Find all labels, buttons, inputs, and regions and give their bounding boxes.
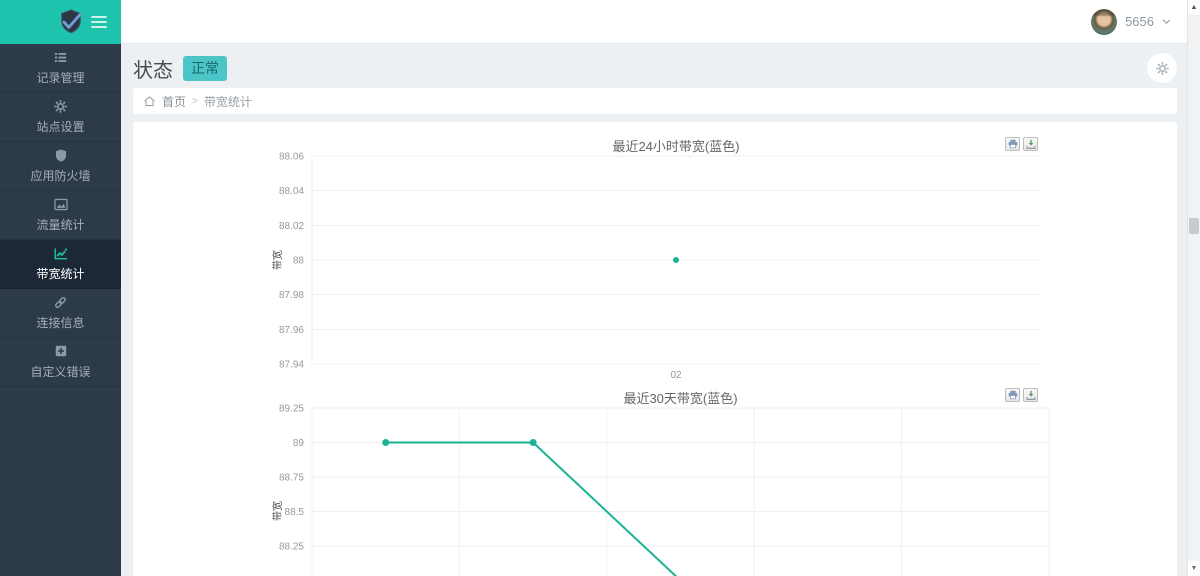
svg-text:88.02: 88.02	[279, 221, 304, 232]
download-button[interactable]	[1023, 388, 1038, 402]
username: 5656	[1125, 14, 1154, 29]
svg-text:89.25: 89.25	[279, 404, 304, 415]
gear-icon	[53, 99, 68, 115]
svg-text:88.25: 88.25	[279, 542, 304, 553]
chart-24h-toolbar	[1005, 137, 1038, 151]
chart-24h-plot: 88.06 88.04 88.02 88 87.98 87.96 87.94 带宽 02	[133, 122, 1177, 392]
status-row: 状态 正常	[133, 53, 1177, 83]
breadcrumb-current: 带宽统计	[204, 93, 252, 110]
sidebar-item-waf[interactable]: 应用防火墙	[0, 142, 121, 191]
scrollbar-thumb[interactable]	[1189, 218, 1199, 234]
sidebar-item-site-settings[interactable]: 站点设置	[0, 93, 121, 142]
svg-text:87.94: 87.94	[279, 360, 304, 371]
chart-30d-toolbar	[1005, 388, 1038, 402]
svg-text:带宽: 带宽	[271, 250, 284, 270]
menu-toggle-hamburger-icon[interactable]	[91, 13, 107, 31]
link-icon	[53, 295, 68, 311]
svg-text:带宽: 带宽	[271, 501, 284, 521]
chart-30d-title: 最近30天带宽(蓝色)	[312, 388, 1049, 407]
download-icon	[1026, 139, 1036, 149]
gear-icon	[1155, 61, 1170, 76]
svg-text:89: 89	[293, 438, 305, 449]
chart-30d-plot: 89.25 89 88.75 88.5 88.25 带宽	[133, 398, 1177, 576]
main-area: 5656 状态 正常	[121, 0, 1187, 576]
print-icon	[1008, 139, 1018, 149]
page-title: 状态	[133, 54, 173, 83]
list-icon	[53, 50, 68, 66]
vertical-scrollbar[interactable]: ▲ ▼	[1187, 0, 1200, 576]
shield-logo-icon	[58, 9, 84, 36]
status-badge: 正常	[183, 56, 227, 81]
download-icon	[1026, 390, 1036, 400]
user-menu[interactable]: 5656	[1091, 9, 1171, 35]
topbar: 5656	[121, 0, 1187, 44]
chart-card: 最近24小时带宽(蓝色)	[133, 122, 1177, 576]
line-chart-icon	[53, 246, 69, 262]
sidebar-item-custom-errors[interactable]: 自定义错误	[0, 338, 121, 387]
shield-icon	[54, 148, 68, 164]
chevron-down-icon	[1162, 19, 1171, 25]
svg-text:87.98: 87.98	[279, 290, 304, 301]
sidebar-item-traffic-stats[interactable]: 流量统计	[0, 191, 121, 240]
scroll-down-button[interactable]: ▼	[1188, 561, 1200, 576]
svg-text:88.04: 88.04	[279, 186, 304, 197]
print-button[interactable]	[1005, 388, 1020, 402]
sidebar-item-bandwidth-stats[interactable]: 带宽统计	[0, 240, 121, 289]
area-chart-icon	[53, 197, 69, 213]
sidebar: 记录管理 站点设置 应用防火墙	[0, 0, 121, 576]
breadcrumb-home[interactable]: 首页	[162, 93, 186, 110]
svg-text:88: 88	[293, 256, 305, 267]
svg-text:02: 02	[670, 370, 682, 381]
sidebar-item-connection-info[interactable]: 连接信息	[0, 289, 121, 338]
chart-24h-title: 最近24小时带宽(蓝色)	[312, 136, 1040, 155]
breadcrumb: 首页 > 带宽统计	[133, 88, 1177, 114]
sidebar-item-records[interactable]: 记录管理	[0, 44, 121, 93]
settings-button[interactable]	[1147, 53, 1177, 83]
avatar[interactable]	[1091, 9, 1117, 35]
scroll-up-button[interactable]: ▲	[1188, 0, 1200, 15]
plus-square-icon	[54, 344, 68, 360]
breadcrumb-separator: >	[192, 96, 198, 107]
svg-text:88.06: 88.06	[279, 152, 304, 163]
print-button[interactable]	[1005, 137, 1020, 151]
svg-text:88.5: 88.5	[285, 507, 305, 518]
svg-text:87.96: 87.96	[279, 325, 304, 336]
brand-header	[0, 0, 121, 44]
print-icon	[1008, 390, 1018, 400]
page-content: 状态 正常	[121, 44, 1187, 576]
svg-text:88.75: 88.75	[279, 473, 304, 484]
home-icon	[143, 95, 156, 107]
download-button[interactable]	[1023, 137, 1038, 151]
